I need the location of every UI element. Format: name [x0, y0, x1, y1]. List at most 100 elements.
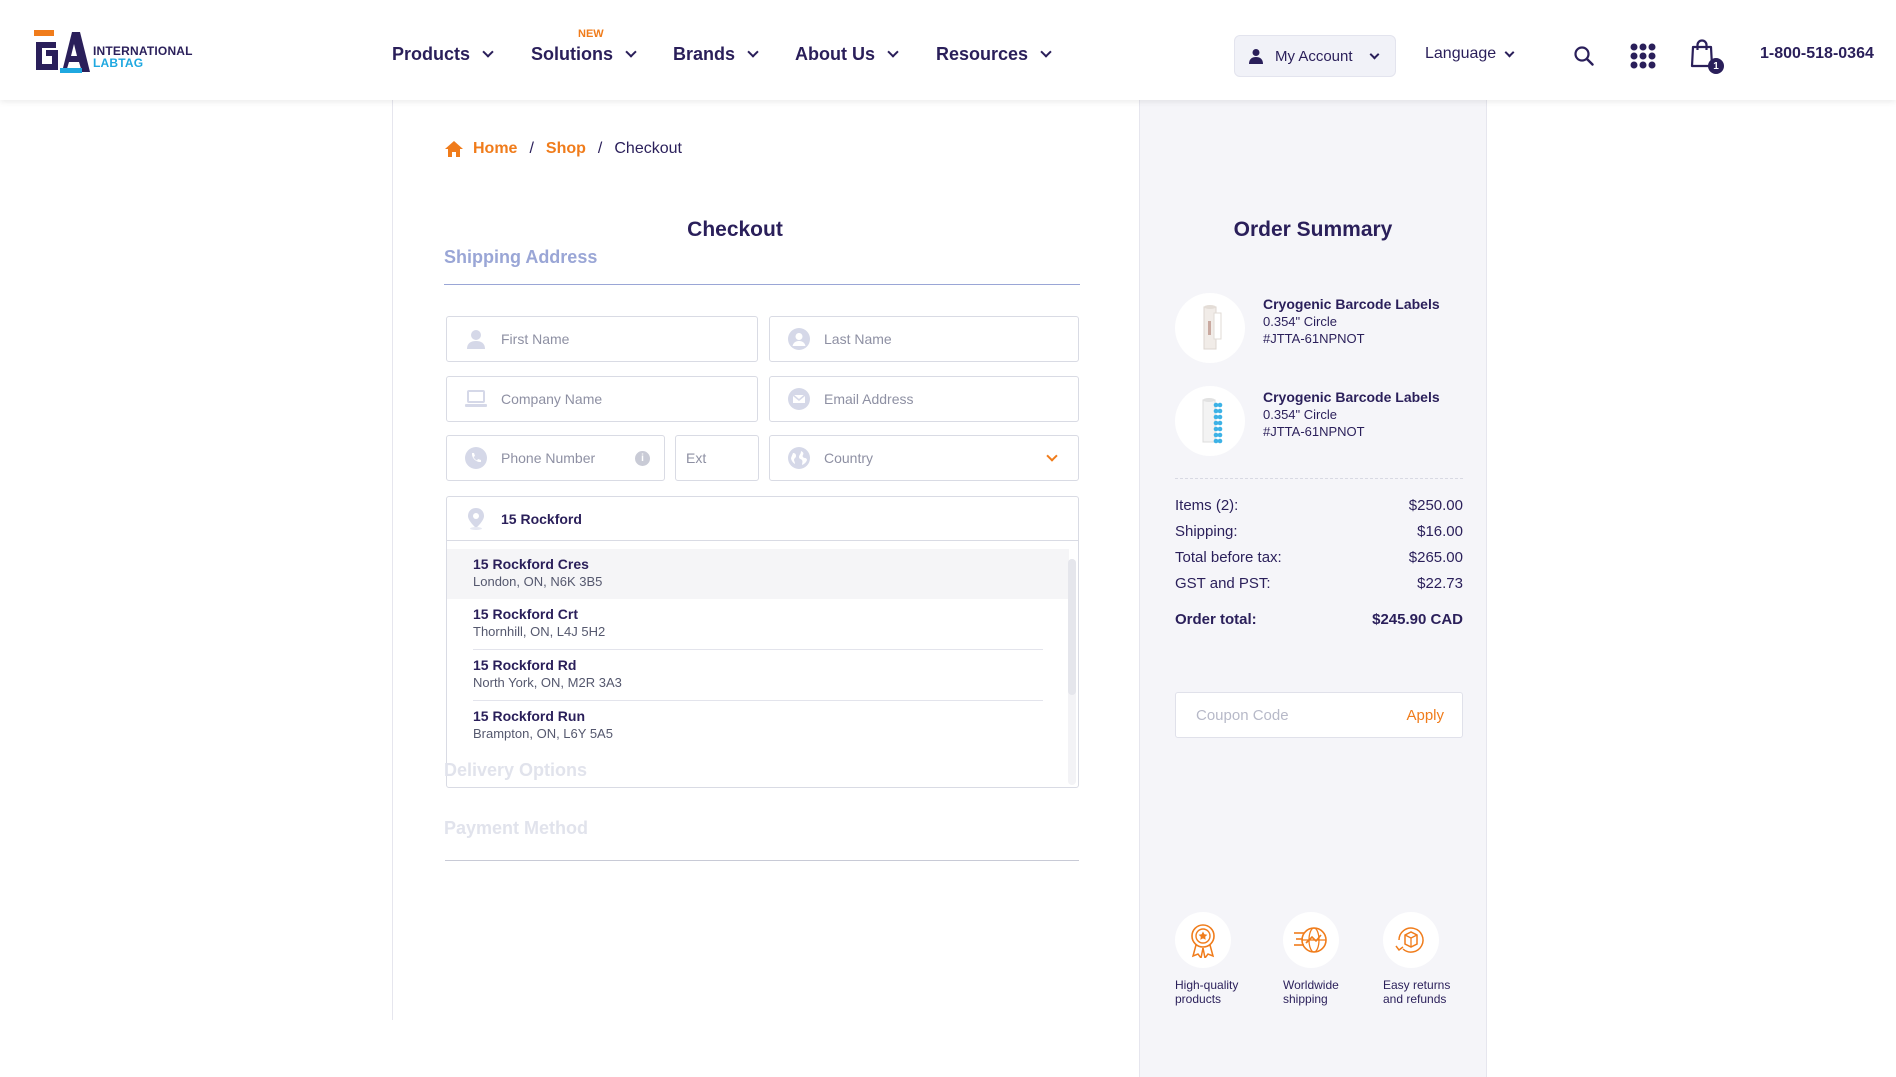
info-icon[interactable]: i	[635, 450, 650, 466]
address-suggestions-list: 15 Rockford Cres London, ON, N6K 3B5 15 …	[447, 549, 1069, 751]
country-select[interactable]	[769, 435, 1079, 481]
address-autocomplete[interactable]: 15 Rockford 15 Rockford Cres London, ON,…	[446, 496, 1079, 788]
grid-icon	[1630, 43, 1656, 69]
product-info: Cryogenic Barcode Labels 0.354" Circle #…	[1263, 389, 1440, 440]
shipping-address-heading[interactable]: Shipping Address	[444, 247, 597, 268]
checkout-main: Home / Shop / Checkout Checkout Shipping…	[392, 100, 1140, 1020]
feature-label: Worldwide shipping	[1283, 978, 1373, 1006]
address-field[interactable]: 15 Rockford	[447, 497, 1078, 541]
nav-about-us[interactable]: About Us	[795, 44, 899, 65]
cart-button[interactable]: 1	[1690, 38, 1724, 74]
company-name-field[interactable]	[446, 376, 758, 422]
summary-value: $22.73	[1417, 575, 1463, 592]
label-roll-image	[1203, 305, 1222, 350]
my-account-label: My Account	[1275, 47, 1353, 65]
phone-number[interactable]: 1-800-518-0364	[1760, 45, 1874, 63]
address-suggestion[interactable]: 15 Rockford Cres London, ON, N6K 3B5	[447, 549, 1069, 599]
phone-number-field[interactable]: i	[446, 435, 665, 481]
coupon-field[interactable]: Apply	[1175, 692, 1463, 738]
email-input[interactable]	[824, 377, 1078, 421]
last-name-field[interactable]	[769, 316, 1079, 362]
phone-number-input[interactable]	[501, 436, 635, 480]
first-name-field[interactable]	[446, 316, 758, 362]
feature-label: High-quality products	[1175, 978, 1265, 1006]
person-icon	[465, 328, 487, 350]
feature-label-line: shipping	[1283, 992, 1328, 1006]
chevron-down-icon	[1046, 450, 1058, 462]
language-selector[interactable]: Language	[1425, 45, 1515, 63]
order-total-label: Order total:	[1175, 611, 1257, 628]
address-input-value[interactable]: 15 Rockford	[501, 511, 582, 527]
email-field[interactable]	[769, 376, 1079, 422]
summary-label: Items (2):	[1175, 497, 1239, 514]
chevron-down-icon	[747, 46, 759, 58]
phone-icon	[465, 447, 487, 469]
apps-grid-button[interactable]	[1630, 43, 1656, 74]
feature-easy-returns: Easy returns and refunds	[1383, 912, 1473, 1006]
nav-products-label: Products	[392, 44, 471, 64]
apply-coupon-button[interactable]: Apply	[1406, 707, 1444, 724]
award-icon	[1175, 912, 1231, 968]
nav-solutions[interactable]: Solutions	[531, 44, 637, 65]
product-name[interactable]: Cryogenic Barcode Labels	[1263, 389, 1440, 406]
nav-products[interactable]: Products	[392, 44, 494, 65]
address-suggestion[interactable]: 15 Rockford Crt Thornhill, ON, L4J 5H2	[447, 599, 1069, 650]
feature-label: Easy returns and refunds	[1383, 978, 1473, 1006]
delivery-options-heading[interactable]: Delivery Options	[444, 760, 587, 781]
suggestions-scrollbar-thumb[interactable]	[1068, 559, 1076, 695]
summary-shipping-row: Shipping: $16.00	[1175, 523, 1463, 540]
ext-input[interactable]	[676, 436, 758, 480]
site-logo[interactable]: INTERNATIONAL LABTAG	[34, 28, 193, 76]
globe-icon	[788, 447, 810, 469]
ext-field[interactable]	[675, 435, 759, 481]
suggestion-city: London, ON, N6K 3B5	[473, 574, 603, 589]
breadcrumb-separator: /	[529, 140, 534, 157]
new-badge: NEW	[578, 28, 604, 40]
nav-resources[interactable]: Resources	[936, 44, 1052, 65]
product-name[interactable]: Cryogenic Barcode Labels	[1263, 296, 1440, 313]
feature-label-line: products	[1175, 992, 1222, 1006]
suggestion-street: 15 Rockford Crt	[473, 606, 579, 622]
product-thumbnail[interactable]	[1175, 386, 1245, 456]
summary-value: $250.00	[1408, 497, 1463, 514]
chevron-down-icon	[887, 46, 899, 58]
company-name-input[interactable]	[501, 377, 757, 421]
nav-resources-label: Resources	[936, 44, 1029, 64]
laptop-icon	[465, 388, 487, 410]
home-icon	[445, 141, 463, 157]
order-total-row: Order total: $245.90 CAD	[1175, 611, 1463, 628]
breadcrumb: Home / Shop / Checkout	[445, 140, 682, 158]
product-sku: #JTTA-61NPNOT	[1263, 424, 1365, 439]
summary-divider	[1175, 478, 1463, 479]
country-input[interactable]	[824, 436, 1048, 480]
label-roll-image	[1202, 398, 1223, 444]
language-label: Language	[1425, 45, 1497, 62]
my-account-button[interactable]: My Account	[1234, 35, 1396, 77]
order-summary-title: Order Summary	[1233, 218, 1393, 241]
summary-value: $16.00	[1417, 523, 1463, 540]
coupon-code-input[interactable]	[1176, 706, 1376, 724]
breadcrumb-shop-link[interactable]: Shop	[546, 140, 586, 158]
summary-tax-row: GST and PST: $22.73	[1175, 575, 1463, 592]
payment-method-heading[interactable]: Payment Method	[444, 818, 588, 839]
page-title: Checkout	[687, 218, 783, 241]
address-suggestion[interactable]: 15 Rockford Run Brampton, ON, L6Y 5A5	[447, 701, 1069, 751]
feature-high-quality: High-quality products	[1175, 912, 1265, 1006]
summary-value: $265.00	[1408, 549, 1463, 566]
nav-brands[interactable]: Brands	[673, 44, 759, 65]
nav-solutions-label: Solutions	[531, 44, 613, 64]
breadcrumb-home-link[interactable]: Home	[473, 140, 517, 158]
address-suggestion[interactable]: 15 Rockford Rd North York, ON, M2R 3A3	[447, 650, 1069, 701]
search-button[interactable]	[1574, 46, 1594, 71]
logo-line-labtag: LABTAG	[93, 56, 144, 70]
product-thumbnail[interactable]	[1175, 293, 1245, 363]
first-name-input[interactable]	[501, 317, 757, 361]
suggestion-city: North York, ON, M2R 3A3	[473, 675, 622, 690]
summary-items-row: Items (2): $250.00	[1175, 497, 1463, 514]
site-header: INTERNATIONAL LABTAG Products NEW Soluti…	[0, 0, 1896, 100]
map-pin-icon	[465, 507, 487, 530]
breadcrumb-current: Checkout	[614, 140, 682, 157]
last-name-input[interactable]	[824, 317, 1078, 361]
user-circle-icon	[788, 328, 810, 350]
nav-about-us-label: About Us	[795, 44, 875, 64]
